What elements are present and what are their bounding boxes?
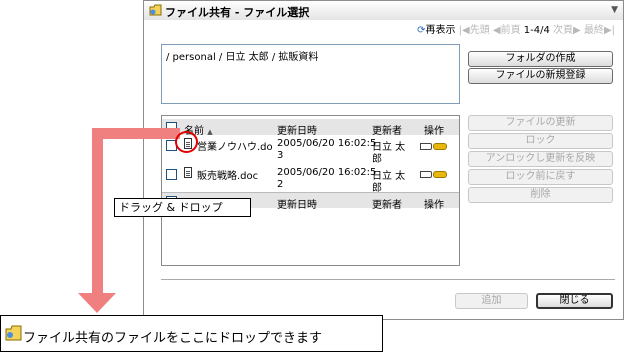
prev-page-icon: ◀ [492, 25, 501, 36]
last-page-link: 最終 [583, 25, 604, 36]
table-row: 販売戦略.doc 2005/06/20 16:02:5 2 日立 太 郎 [162, 164, 459, 194]
drag-arrow-head [78, 293, 116, 313]
key-icon[interactable] [420, 169, 447, 180]
file-select-dialog: ファイル共有 - ファイル選択 ▼ ⟳再表示 |◀先頭 ◀前頁 1-4/4 次頁… [143, 0, 624, 320]
drag-source-highlight [175, 131, 198, 153]
drop-zone-hint: ファイル共有のファイルをここにドロップできます [23, 331, 323, 346]
unlock-apply-button[interactable]: アンロックし更新を反映 [468, 151, 613, 167]
divider [161, 279, 615, 280]
file-table: 名前 ▲ 更新日時 更新者 操作 営業ノウハウ.do 2005/06/20 16… [161, 115, 460, 266]
next-page-link: 次頁 [553, 25, 574, 36]
drag-drop-callout: ドラッグ & ドロップ [114, 198, 251, 217]
drag-arrow-horizontal [92, 128, 180, 139]
close-button[interactable]: 閉じる [536, 293, 613, 309]
new-file-button[interactable]: ファイルの新規登録 [468, 68, 613, 84]
add-button[interactable]: 追加 [455, 293, 528, 309]
table-row: 営業ノウハウ.do 2005/06/20 16:02:5 3 日立 太 郎 [162, 135, 459, 165]
refresh-link[interactable]: 再表示 [425, 25, 455, 36]
updated-date-cont: 2 [277, 179, 284, 190]
updated-date-cont: 3 [277, 150, 284, 161]
column-header-updated-bottom[interactable]: 更新日時 [277, 196, 317, 211]
dialog-titlebar: ファイル共有 - ファイル選択 ▼ [144, 1, 623, 20]
delete-button[interactable]: 削除 [468, 187, 613, 203]
folder-path: / personal / 日立 太郎 / 拡販資料 [161, 44, 460, 104]
update-file-button[interactable]: ファイルの更新 [468, 115, 613, 131]
table-header: 名前 ▲ 更新日時 更新者 操作 [162, 119, 459, 137]
column-header-action-bottom: 操作 [424, 200, 444, 211]
dialog-title: ファイル共有 - ファイル選択 [165, 6, 310, 19]
first-page-link: 先頭 [469, 25, 490, 36]
drag-arrow-vertical [92, 128, 103, 294]
create-folder-button[interactable]: フォルダの作成 [468, 51, 613, 67]
drop-zone[interactable]: ファイル共有のファイルをここにドロップできます [0, 315, 383, 352]
updated-date: 2005/06/20 16:02:5 [277, 138, 377, 149]
updater-name-cont: 郎 [372, 154, 382, 165]
file-name-link[interactable]: 販売戦略.doc [197, 167, 258, 182]
file-name-link[interactable]: 営業ノウハウ.do [197, 138, 273, 153]
file-share-icon [5, 325, 22, 341]
column-header-updater-bottom[interactable]: 更新者 [372, 196, 402, 211]
last-page-icon: ▶| [603, 25, 615, 36]
page-range: 1-4/4 [523, 25, 550, 36]
row-checkbox[interactable] [166, 169, 177, 180]
updated-date: 2005/06/20 16:02:5 [277, 167, 377, 178]
pager: ⟳再表示 |◀先頭 ◀前頁 1-4/4 次頁▶ 最終▶| [417, 21, 615, 36]
key-icon[interactable] [420, 141, 447, 152]
first-page-icon: |◀ [458, 25, 470, 36]
lock-button[interactable]: ロック [468, 133, 613, 149]
chevron-down-icon[interactable]: ▼ [611, 5, 618, 15]
revert-lock-button[interactable]: ロック前に戻す [468, 169, 613, 185]
document-icon[interactable] [184, 167, 192, 178]
file-share-icon [149, 4, 162, 16]
next-page-icon: ▶ [573, 25, 581, 36]
prev-page-link: 前頁 [500, 25, 521, 36]
